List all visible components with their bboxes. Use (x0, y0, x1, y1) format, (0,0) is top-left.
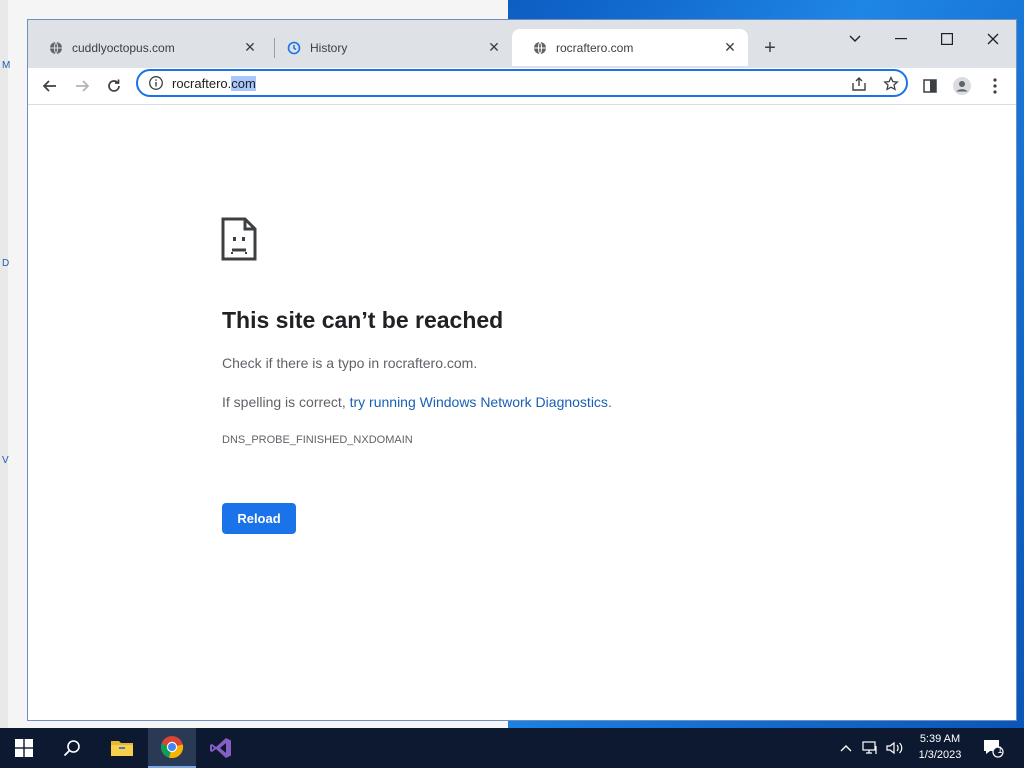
bookmark-star-icon[interactable] (882, 75, 900, 93)
clock-time: 5:39 AM (919, 733, 961, 745)
back-button[interactable] (36, 72, 64, 100)
reload-button[interactable]: Reload (222, 503, 296, 534)
error-code: DNS_PROBE_FINISHED_NXDOMAIN (222, 434, 413, 446)
globe-icon (532, 40, 548, 56)
file-explorer-icon (111, 741, 133, 756)
network-diagnostics-link[interactable]: try running Windows Network Diagnostics (350, 394, 608, 410)
reload-icon (108, 79, 120, 92)
kebab-menu-icon (993, 78, 997, 94)
network-icon (862, 741, 877, 754)
notifications-button[interactable]: 1 (978, 728, 1008, 768)
tab-title: History (310, 40, 348, 55)
site-info-icon[interactable] (148, 75, 164, 91)
error-title: This site can’t be reached (222, 307, 504, 333)
chevron-down-icon (849, 35, 861, 42)
url-text-prefix: rocraftero. (172, 75, 232, 91)
bg-letter: D (2, 258, 10, 269)
chrome-icon (160, 736, 184, 759)
error-diagnostics-hint: If spelling is correct, try running Wind… (222, 394, 612, 410)
maximize-button[interactable] (927, 24, 967, 54)
close-tab-icon[interactable]: ✕ (240, 38, 260, 58)
search-icon (63, 740, 80, 757)
taskbar-chrome[interactable] (148, 728, 196, 768)
notification-count: 1 (997, 745, 1003, 755)
minimize-icon (895, 38, 907, 40)
taskbar-visual-studio[interactable] (197, 728, 245, 768)
error-typo-hint: Check if there is a typo in rocraftero.c… (222, 355, 478, 371)
menu-button[interactable] (981, 72, 1009, 100)
close-icon (987, 33, 999, 45)
tab-cuddlyoctopus[interactable]: cuddlyoctopus.com ✕ (28, 29, 268, 66)
reload-toolbar-button[interactable] (100, 72, 128, 100)
taskbar-file-explorer[interactable] (98, 728, 146, 768)
taskbar: 5:39 AM 1/3/2023 1 (0, 728, 1024, 768)
error-page: This site can’t be reached Check if ther… (28, 105, 1016, 720)
network-status-button[interactable] (860, 728, 882, 768)
tab-strip: cuddlyoctopus.com ✕ History ✕ rocraftero… (28, 20, 1016, 68)
bg-letter: M (2, 60, 11, 71)
sad-page-icon (221, 217, 257, 261)
clock-date: 1/3/2023 (918, 749, 962, 761)
chevron-up-icon (840, 745, 852, 752)
back-arrow-icon (42, 80, 56, 92)
history-icon (286, 40, 302, 56)
profile-button[interactable] (948, 72, 976, 100)
volume-button[interactable] (884, 728, 906, 768)
profile-avatar-icon (953, 77, 971, 95)
windows-start-icon (15, 739, 33, 757)
url-text-selected: com (231, 75, 256, 91)
url-text[interactable]: rocraftero.com (172, 75, 256, 91)
address-bar[interactable]: rocraftero.com (136, 69, 908, 97)
visual-studio-icon (210, 738, 231, 758)
speaker-icon (886, 741, 903, 755)
browser-window: cuddlyoctopus.com ✕ History ✕ rocraftero… (27, 19, 1017, 721)
start-button[interactable] (0, 728, 48, 768)
diagnostics-hint-prefix: If spelling is correct, (222, 394, 350, 410)
new-tab-button[interactable]: + (758, 36, 782, 60)
close-tab-icon[interactable]: ✕ (720, 38, 740, 58)
close-tab-icon[interactable]: ✕ (484, 38, 504, 58)
tab-history[interactable]: History ✕ (266, 29, 512, 66)
side-panel-icon (923, 79, 937, 93)
forward-arrow-icon (76, 80, 90, 92)
globe-icon (48, 40, 64, 56)
background-window-edge (0, 0, 8, 728)
tab-title: rocraftero.com (556, 40, 634, 55)
tab-search-button[interactable] (835, 24, 875, 54)
share-icon[interactable] (850, 75, 868, 93)
tab-title: cuddlyoctopus.com (72, 40, 175, 55)
taskbar-clock[interactable]: 5:39 AM 1/3/2023 (912, 731, 968, 763)
maximize-icon (941, 33, 953, 45)
bg-letter: V (2, 455, 9, 466)
diagnostics-hint-suffix: . (607, 394, 612, 410)
minimize-button[interactable] (881, 24, 921, 54)
side-panel-button[interactable] (916, 72, 944, 100)
tab-rocraftero[interactable]: rocraftero.com ✕ (512, 29, 748, 66)
taskbar-search-button[interactable] (48, 728, 96, 768)
forward-button[interactable] (68, 72, 96, 100)
browser-toolbar: rocraftero.com (28, 68, 1016, 105)
close-window-button[interactable] (973, 24, 1013, 54)
show-hidden-icons-button[interactable] (836, 728, 856, 768)
